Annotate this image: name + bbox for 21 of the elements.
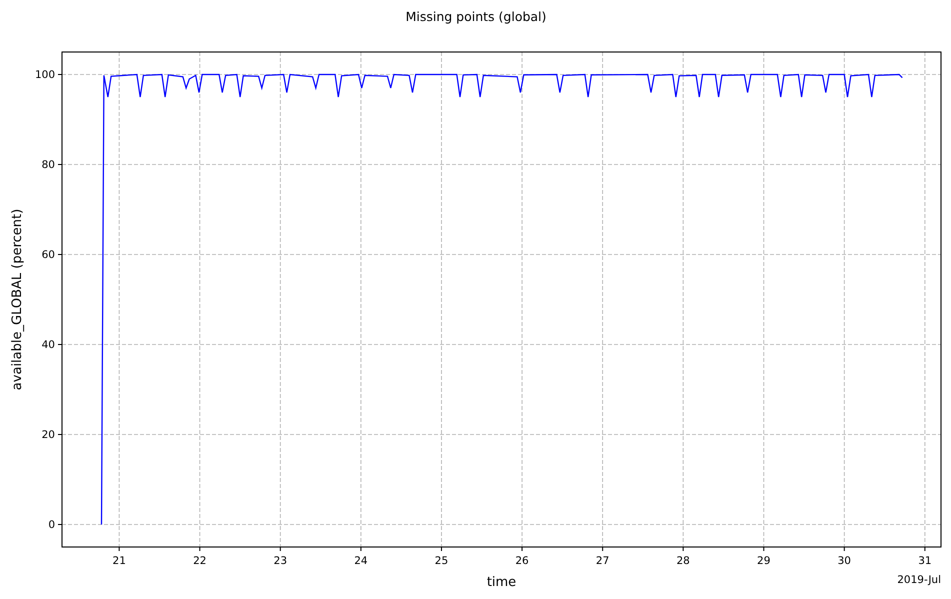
y-tick-label: 100	[34, 69, 55, 81]
x-tick-label: 26	[515, 555, 529, 567]
chart-title: Missing points (global)	[406, 9, 546, 24]
date-offset-label: 2019-Jul	[897, 574, 941, 586]
x-tick-label: 22	[193, 555, 206, 567]
x-tick-label: 30	[838, 555, 851, 567]
y-tick-label: 0	[48, 519, 55, 531]
y-tick-label: 40	[42, 339, 55, 351]
x-tick-label: 27	[596, 555, 610, 567]
x-tick-label: 21	[112, 555, 126, 567]
x-tick-label: 23	[274, 555, 288, 567]
x-tick-label: 25	[434, 555, 448, 567]
x-axis-label: time	[486, 575, 516, 590]
x-tick-label: 31	[918, 555, 932, 567]
y-tick-label: 20	[42, 429, 55, 441]
y-tick-label: 80	[42, 159, 55, 171]
y-tick-label: 60	[42, 249, 55, 261]
x-tick-label: 24	[354, 555, 368, 567]
x-tick-label: 28	[676, 555, 690, 567]
y-axis-label: available_GLOBAL (percent)	[10, 208, 25, 390]
x-tick-label: 29	[757, 555, 770, 567]
